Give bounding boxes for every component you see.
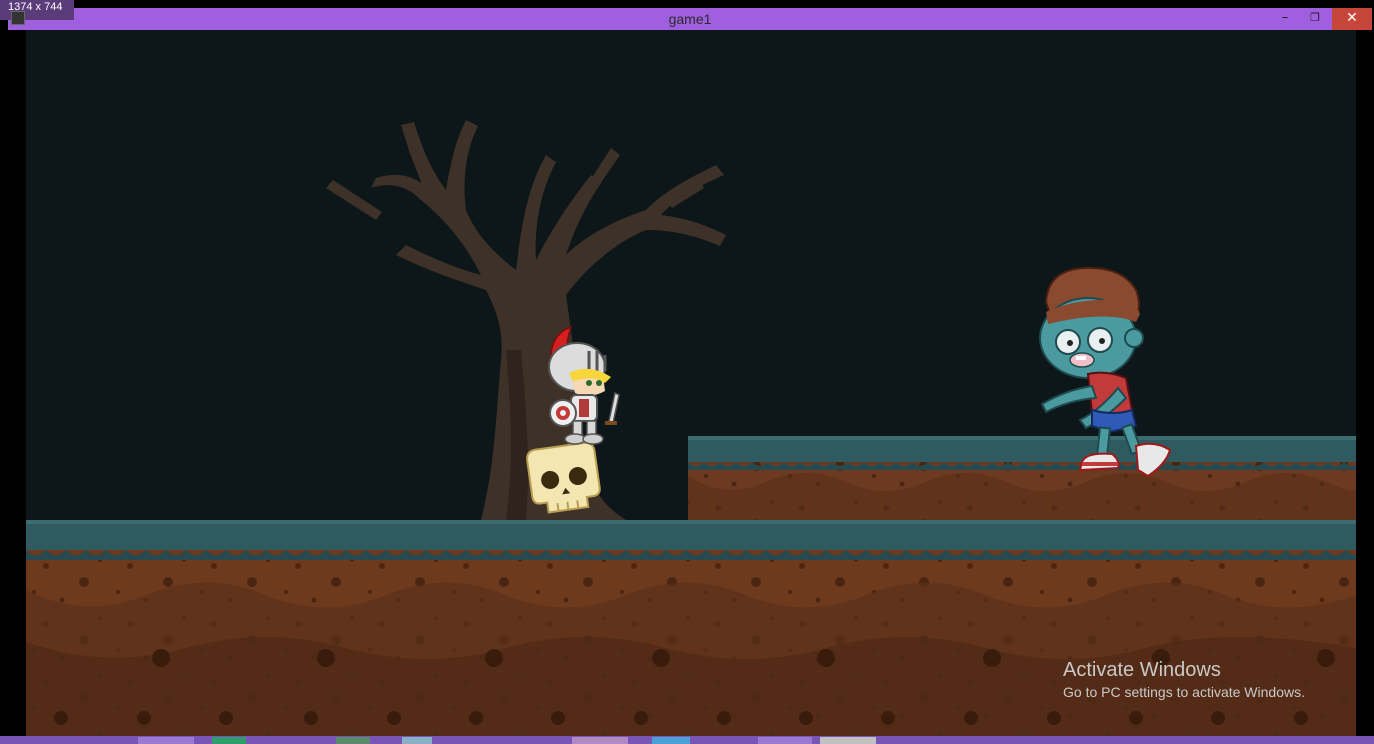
taskbar [0,736,1374,744]
taskbar-item[interactable] [138,737,194,744]
taskbar-item[interactable] [820,737,876,744]
app-icon [11,11,25,25]
window-border-right [1356,30,1374,744]
knight-player[interactable] [548,325,620,445]
taskbar-item[interactable] [572,737,628,744]
activate-windows-watermark: Activate Windows Go to PC settings to ac… [1063,658,1305,702]
taskbar-item[interactable] [336,737,370,744]
taskbar-item[interactable] [212,737,246,744]
taskbar-item[interactable] [652,737,690,744]
maximize-button[interactable]: ❐ [1300,8,1330,30]
window-title: game1 [668,11,712,27]
ground [26,520,1356,736]
game-canvas[interactable] [26,30,1356,736]
close-button[interactable]: ✕ [1332,8,1372,30]
watermark-subtitle: Go to PC settings to activate Windows. [1063,684,1305,700]
taskbar-item[interactable] [402,737,432,744]
watermark-title: Activate Windows [1063,659,1221,681]
taskbar-item[interactable] [758,737,812,744]
upper-platform [688,436,1356,520]
dead-tree [326,120,726,520]
title-bar[interactable]: game1 – ❐ ✕ [8,8,1372,30]
minimize-button[interactable]: – [1270,8,1300,30]
game-window: game1 – ❐ ✕ 1374 x 744 Activate Windows … [0,0,1374,744]
window-border-left [0,30,26,744]
